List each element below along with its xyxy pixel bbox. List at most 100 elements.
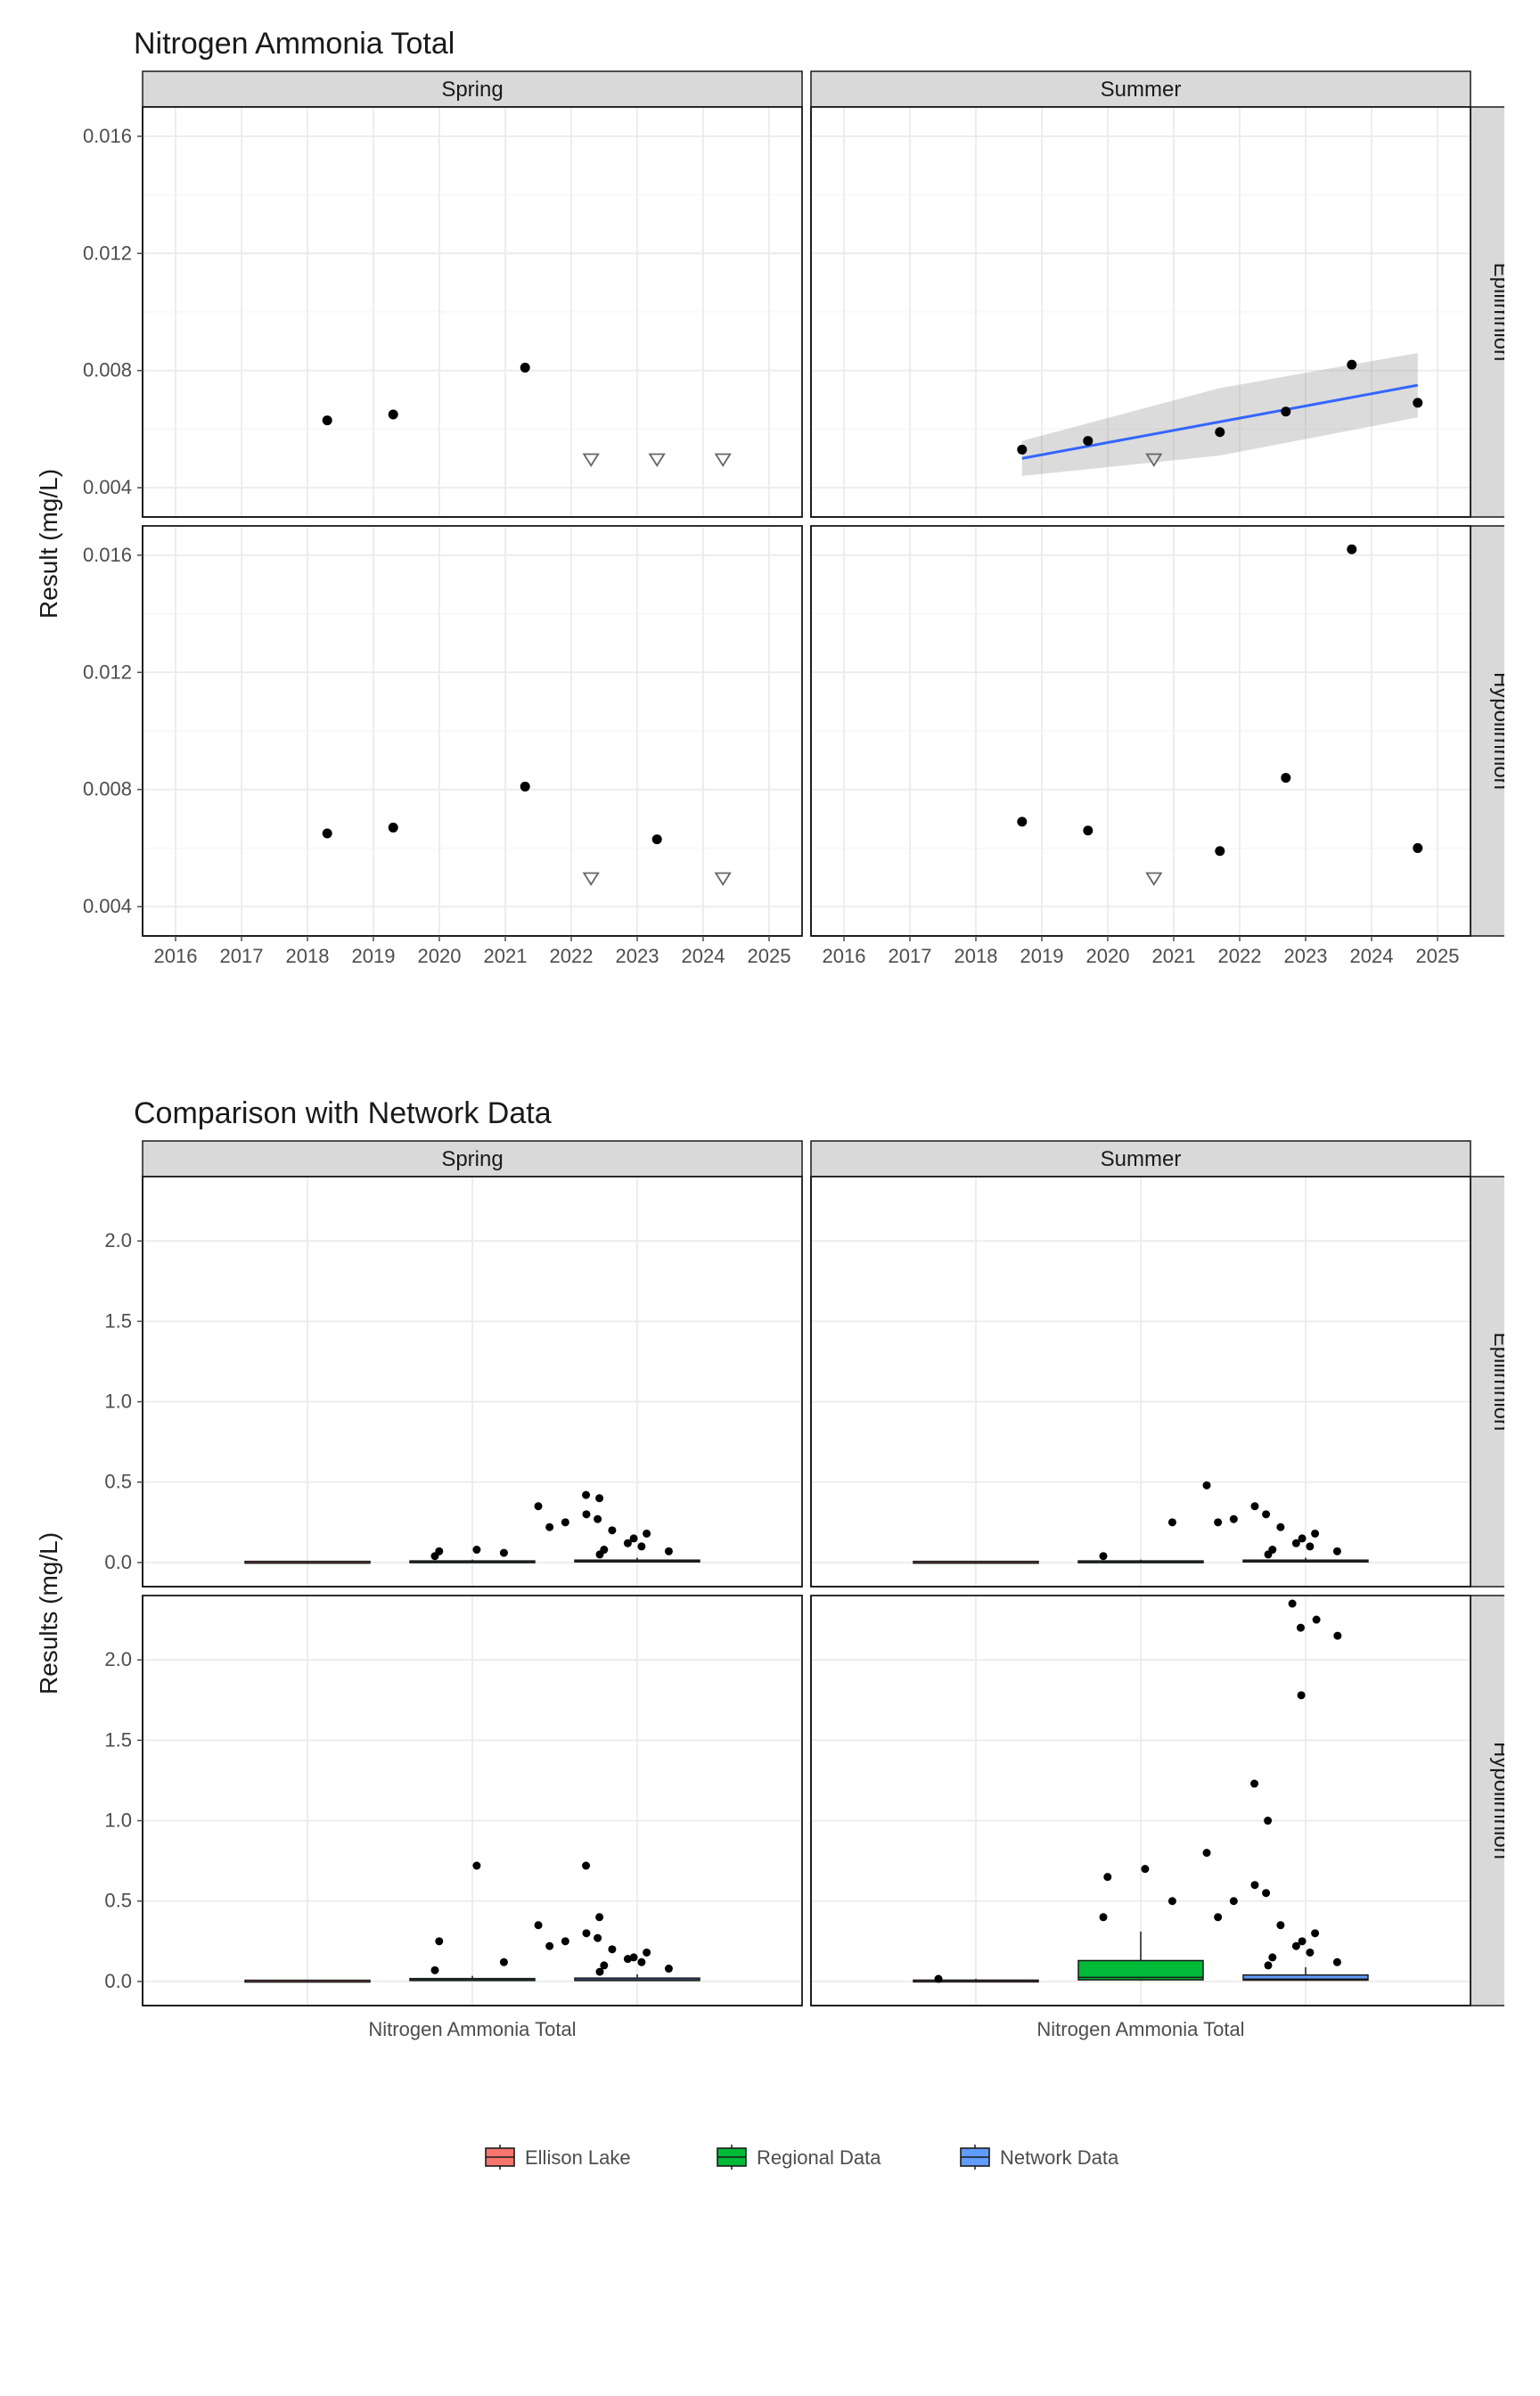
outlier-point — [665, 1965, 673, 1973]
outlier-point — [1333, 1632, 1341, 1640]
svg-text:2023: 2023 — [616, 945, 659, 967]
svg-text:2025: 2025 — [748, 945, 791, 967]
svg-text:2017: 2017 — [220, 945, 264, 967]
outlier-point — [665, 1547, 673, 1555]
legend: Ellison LakeRegional DataNetwork Data — [486, 2145, 1119, 2170]
outlier-point — [1311, 1530, 1319, 1538]
svg-text:0.004: 0.004 — [83, 476, 132, 498]
outlier-point — [1311, 1929, 1319, 1937]
point-detect — [1215, 846, 1225, 856]
outlier-point — [582, 1929, 590, 1937]
outlier-point — [431, 1966, 439, 1974]
outlier-point — [1250, 1881, 1258, 1889]
outlier-point — [1298, 1937, 1307, 1945]
svg-text:2016: 2016 — [823, 945, 866, 967]
svg-text:Nitrogen Ammonia Total: Nitrogen Ammonia Total — [1036, 2018, 1244, 2040]
svg-text:0.5: 0.5 — [104, 1471, 132, 1493]
svg-text:Spring: Spring — [441, 78, 503, 102]
outlier-point — [595, 1494, 603, 1502]
svg-text:Nitrogen Ammonia Total: Nitrogen Ammonia Total — [368, 2018, 576, 2040]
outlier-point — [1268, 1953, 1276, 1961]
svg-text:0.016: 0.016 — [83, 125, 132, 147]
chart-title: Nitrogen Ammonia Total — [134, 27, 455, 61]
point-detect — [1083, 825, 1093, 835]
svg-text:2021: 2021 — [484, 945, 528, 967]
svg-text:2.0: 2.0 — [104, 1229, 132, 1251]
point-detect — [1413, 843, 1422, 853]
svg-text:2020: 2020 — [1086, 945, 1130, 967]
svg-text:2022: 2022 — [1218, 945, 1262, 967]
outlier-point — [1276, 1921, 1284, 1929]
outlier-point — [1264, 1817, 1272, 1825]
outlier-point — [630, 1534, 638, 1542]
outlier-point — [1298, 1534, 1307, 1542]
svg-text:1.0: 1.0 — [104, 1391, 132, 1413]
outlier-point — [1103, 1873, 1111, 1881]
chart-nitrogen-ammonia-total: Nitrogen Ammonia Total Result (mg/L) Spr… — [36, 18, 1504, 1052]
outlier-point — [1262, 1510, 1270, 1518]
outlier-point — [637, 1958, 645, 1966]
svg-text:0.008: 0.008 — [83, 359, 132, 382]
svg-text:Hypolimnion: Hypolimnion — [1489, 1742, 1504, 1859]
outlier-point — [1168, 1518, 1176, 1526]
point-detect — [1281, 773, 1290, 783]
svg-text:2.0: 2.0 — [104, 1648, 132, 1670]
point-detect — [323, 829, 332, 839]
outlier-point — [1230, 1897, 1238, 1905]
svg-text:Summer: Summer — [1101, 78, 1182, 102]
svg-text:2021: 2021 — [1152, 945, 1196, 967]
point-detect — [1017, 445, 1027, 455]
svg-text:0.0: 0.0 — [104, 1551, 132, 1573]
outlier-point — [1265, 1961, 1273, 1969]
svg-text:Epilimnion: Epilimnion — [1489, 1333, 1504, 1432]
outlier-point — [582, 1862, 590, 1870]
svg-text:Hypolimnion: Hypolimnion — [1489, 672, 1504, 790]
svg-text:Epilimnion: Epilimnion — [1489, 263, 1504, 362]
outlier-point — [637, 1542, 645, 1550]
point-detect — [1347, 360, 1356, 370]
outlier-point — [1268, 1546, 1276, 1554]
outlier-point — [500, 1549, 508, 1557]
chart-comparison-network: Comparison with Network Data Results (mg… — [36, 1087, 1504, 2246]
svg-text:0.016: 0.016 — [83, 544, 132, 566]
outlier-point — [594, 1934, 602, 1942]
svg-text:2023: 2023 — [1284, 945, 1328, 967]
outlier-point — [643, 1530, 651, 1538]
legend-label: Regional Data — [757, 2146, 881, 2169]
outlier-point — [595, 1913, 603, 1921]
outlier-point — [643, 1949, 651, 1957]
svg-text:2019: 2019 — [1020, 945, 1064, 967]
y-axis-title: Result (mg/L) — [36, 469, 62, 619]
point-detect — [520, 782, 530, 792]
point-detect — [520, 363, 530, 373]
point-detect — [323, 415, 332, 425]
point-detect — [1215, 427, 1225, 437]
svg-text:1.5: 1.5 — [104, 1309, 132, 1332]
outlier-point — [1297, 1624, 1305, 1632]
svg-text:2024: 2024 — [1350, 945, 1394, 967]
svg-text:0.008: 0.008 — [83, 778, 132, 800]
outlier-point — [1230, 1515, 1238, 1523]
point-detect — [389, 823, 398, 833]
outlier-point — [1298, 1691, 1306, 1699]
svg-text:1.0: 1.0 — [104, 1809, 132, 1832]
outlier-point — [1214, 1913, 1222, 1921]
outlier-point — [1100, 1552, 1108, 1560]
outlier-point — [600, 1961, 608, 1969]
outlier-point — [500, 1958, 508, 1966]
outlier-point — [1100, 1913, 1108, 1921]
svg-text:2024: 2024 — [682, 945, 725, 967]
svg-text:1.5: 1.5 — [104, 1728, 132, 1751]
svg-text:2022: 2022 — [550, 945, 594, 967]
outlier-point — [535, 1502, 543, 1510]
svg-text:2020: 2020 — [418, 945, 462, 967]
point-detect — [1083, 436, 1093, 446]
outlier-point — [1333, 1958, 1341, 1966]
svg-text:0.004: 0.004 — [83, 895, 132, 917]
svg-text:0.012: 0.012 — [83, 661, 132, 683]
outlier-point — [545, 1942, 553, 1950]
svg-text:0.012: 0.012 — [83, 242, 132, 264]
outlier-point — [630, 1953, 638, 1961]
point-detect — [1413, 398, 1422, 407]
outlier-point — [561, 1937, 569, 1945]
